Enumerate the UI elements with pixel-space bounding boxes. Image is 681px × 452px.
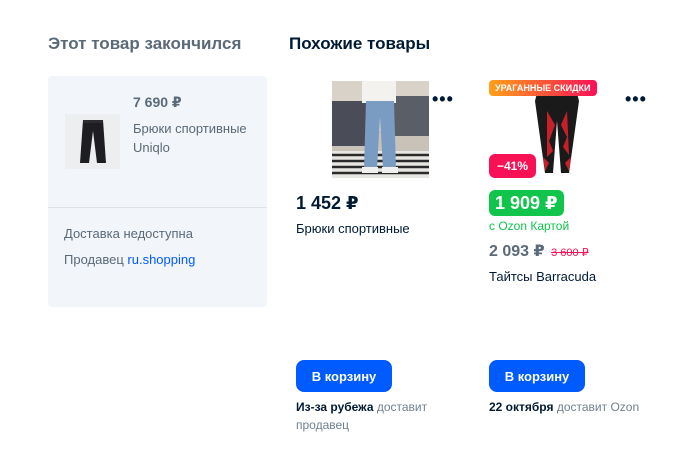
- seller-label: Продавец: [64, 252, 124, 267]
- add-to-cart-button[interactable]: В корзину: [296, 360, 392, 392]
- card-price: 1 909 ₽: [489, 190, 564, 216]
- product-name[interactable]: Брюки спортивные: [296, 221, 410, 236]
- product-name[interactable]: Брюки спортивные Uniqlo: [133, 119, 263, 157]
- delivery-info: 22 октября доставит Ozon: [489, 398, 659, 416]
- delivery-status: Доставка недоступна: [64, 226, 193, 241]
- similar-products-title: Похожие товары: [289, 34, 431, 53]
- delivery-by: доставит Ozon: [553, 400, 640, 414]
- seller-info: Продавец ru.shopping: [64, 252, 195, 267]
- product-price: 2 093 ₽ 3 600 ₽: [489, 241, 589, 261]
- product-name[interactable]: Тайтсы Barracuda: [489, 269, 596, 284]
- product-price: 7 690 ₽: [133, 94, 182, 110]
- regular-price: 2 093 ₽: [489, 243, 545, 260]
- out-of-stock-title: Этот товар закончился: [48, 34, 242, 53]
- delivery-info: Из-за рубежа доставит продавец: [296, 398, 466, 434]
- product-image[interactable]: [332, 81, 429, 178]
- product-image: [65, 114, 120, 169]
- old-price: 3 600 ₽: [551, 247, 589, 259]
- more-dots-icon[interactable]: •••: [432, 90, 454, 108]
- seller-link[interactable]: ru.shopping: [127, 252, 195, 267]
- divider: [48, 207, 267, 208]
- out-of-stock-card: 7 690 ₽ Брюки спортивные Uniqlo Доставка…: [48, 76, 267, 307]
- pants-image-icon: [79, 119, 106, 163]
- delivery-date: 22 октября: [489, 400, 554, 414]
- delivery-origin: Из-за рубежа: [296, 400, 374, 414]
- card-price-label: с Ozon Картой: [489, 219, 570, 233]
- add-to-cart-button[interactable]: В корзину: [489, 360, 585, 392]
- more-dots-icon[interactable]: •••: [625, 90, 647, 108]
- promo-badge: УРАГАННЫЕ СКИДКИ: [489, 80, 597, 96]
- product-price: 1 452 ₽: [296, 193, 359, 213]
- discount-badge: −41%: [489, 154, 537, 178]
